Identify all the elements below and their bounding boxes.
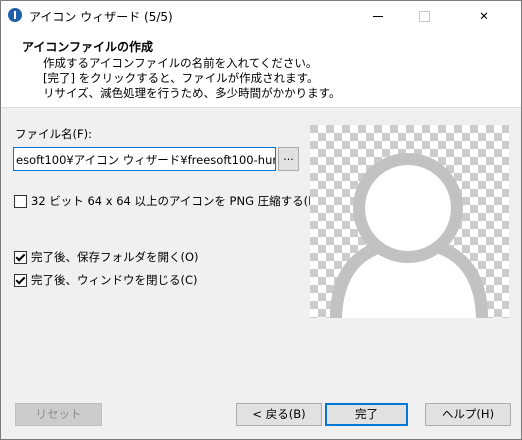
finish-button[interactable]: 完了 [325,403,408,426]
window-title: アイコン ウィザード (5/5) [29,10,173,24]
open-folder-checkbox[interactable] [14,251,27,264]
close-icon: ✕ [479,9,489,23]
header-title: アイコンファイルの作成 [22,40,154,54]
file-name-input[interactable]: esoft100¥アイコン ウィザード¥freesoft100-human.ic… [13,147,276,171]
app-icon [8,8,22,22]
back-button[interactable]: < 戻る(B) [236,403,322,426]
png-compress-label[interactable]: 32 ビット 64 x 64 以上のアイコンを PNG 圧縮する(P) [31,193,320,209]
file-name-label: ファイル名(F): [15,127,92,141]
minimize-icon [373,15,383,17]
header-description-line: リサイズ、減色処理を行うため、多少時間がかかります。 [43,86,341,100]
title-bar: アイコン ウィザード (5/5) ✕ [1,1,521,31]
icon-wizard-window: アイコン ウィザード (5/5) ✕ アイコンファイルの作成 作成するアイコンフ… [0,0,522,440]
header-description-line: 作成するアイコンファイルの名前を入れてください。 [43,56,318,70]
close-button[interactable]: ✕ [447,1,521,31]
close-window-label[interactable]: 完了後、ウィンドウを閉じる(C) [31,272,198,288]
header-description-line: [完了] をクリックすると、ファイルが作成されます。 [43,71,319,85]
png-compress-checkbox[interactable] [14,195,27,208]
maximize-button [401,1,447,31]
wizard-header: アイコンファイルの作成 作成するアイコンファイルの名前を入れてください。 [完了… [1,31,521,108]
maximize-icon [418,10,430,22]
reset-button: リセット [15,403,102,426]
browse-button[interactable]: ... [278,147,299,171]
help-button[interactable]: ヘルプ(H) [425,403,511,426]
human-silhouette-icon [310,125,509,318]
icon-preview [310,125,509,318]
minimize-button[interactable] [355,1,401,31]
open-folder-label[interactable]: 完了後、保存フォルダを開く(O) [31,249,199,265]
close-window-checkbox[interactable] [14,274,27,287]
